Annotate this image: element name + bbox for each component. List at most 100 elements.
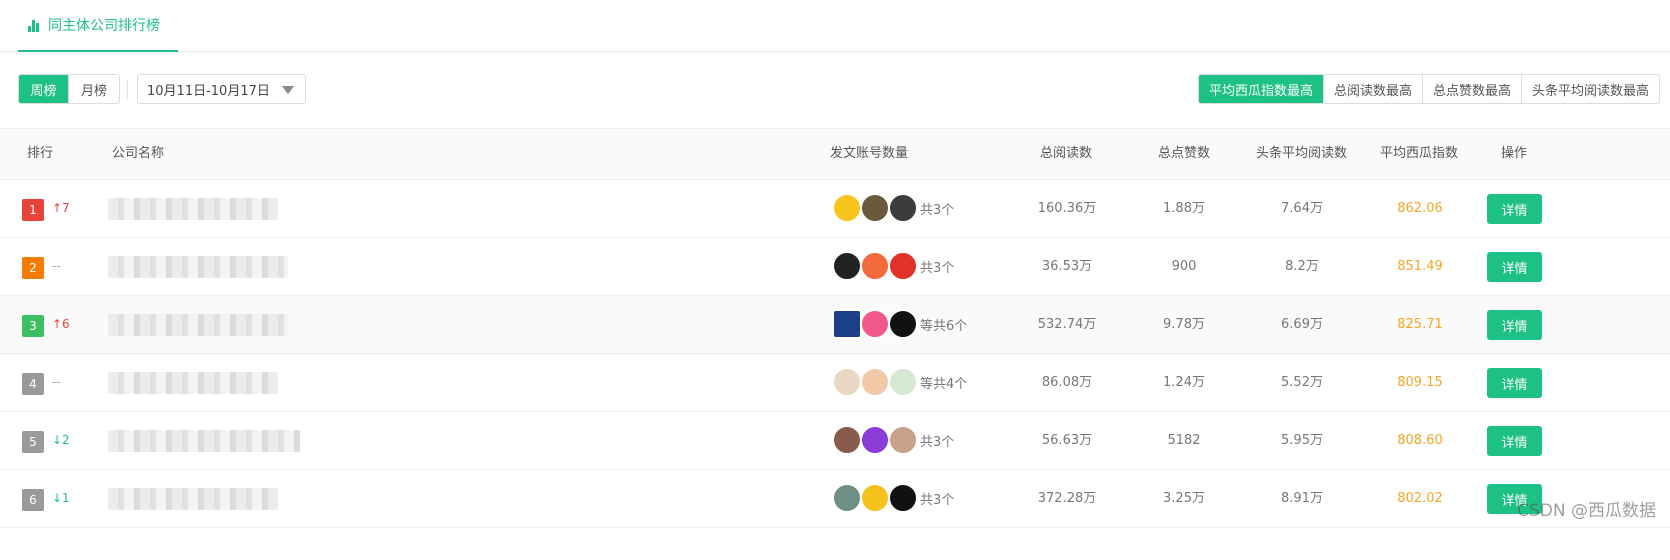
top-tab-bar: 同主体公司排行榜 [0, 0, 1670, 52]
total-likes: 5182 [1167, 433, 1201, 448]
account-avatar[interactable] [860, 193, 890, 223]
detail-button[interactable]: 详情 [1487, 194, 1542, 224]
account-avatars: 共3个 [832, 192, 954, 224]
total-likes: 1.24万 [1163, 375, 1205, 390]
head-avg-reads: 6.69万 [1281, 317, 1323, 332]
avg-index: 851.49 [1397, 259, 1443, 274]
rank-badge: 4 [22, 373, 44, 395]
sort-avg-index-button[interactable]: 平均西瓜指数最高 [1198, 75, 1324, 103]
account-count: 等共4个 [920, 376, 968, 392]
account-avatar[interactable] [860, 483, 890, 513]
account-avatar[interactable] [888, 483, 918, 513]
account-count: 共3个 [920, 434, 955, 450]
head-avg-reads: 8.91万 [1281, 491, 1323, 506]
monthly-button[interactable]: 月榜 [69, 75, 119, 103]
account-avatar[interactable] [832, 367, 862, 397]
account-avatar[interactable] [888, 367, 918, 397]
col-head-avg-reads: 头条平均阅读数 [1256, 146, 1348, 161]
account-avatar[interactable] [832, 251, 862, 281]
rank-badge: 6 [22, 489, 44, 511]
company-name-blurred [108, 256, 288, 278]
table-header: 排行 公司名称 发文账号数量 总阅读数 总点赞数 头条平均阅读数 平均西瓜指数 … [0, 128, 1670, 180]
period-toggle: 周榜 月榜 [18, 74, 120, 104]
total-likes: 1.88万 [1163, 201, 1205, 216]
avg-index: 809.15 [1397, 375, 1443, 390]
sort-toggle: 平均西瓜指数最高 总阅读数最高 总点赞数最高 头条平均阅读数最高 [1197, 74, 1660, 104]
sort-total-reads-button[interactable]: 总阅读数最高 [1323, 75, 1423, 103]
col-action: 操作 [1501, 146, 1528, 161]
col-rank: 排行 [27, 146, 54, 161]
account-avatar[interactable] [832, 309, 862, 339]
total-likes: 3.25万 [1163, 491, 1205, 506]
col-account-count: 发文账号数量 [830, 146, 909, 161]
table-row: 3 ↑6 等共6个 532.74万 9.78万 6.69万 825.71 详情 [0, 296, 1670, 354]
table-row: 4 -- 等共4个 86.08万 1.24万 5.52万 809.15 详情 [0, 354, 1670, 412]
col-total-likes: 总点赞数 [1158, 146, 1211, 161]
account-avatar[interactable] [888, 251, 918, 281]
total-reads: 532.74万 [1037, 317, 1097, 332]
total-reads: 56.63万 [1041, 433, 1093, 448]
date-range-value: 10月11日-10月17日 [147, 83, 270, 99]
avg-index: 862.06 [1397, 201, 1443, 216]
account-avatar[interactable] [832, 425, 862, 455]
account-avatar[interactable] [860, 251, 890, 281]
account-count: 等共6个 [920, 318, 968, 334]
detail-button[interactable]: 详情 [1487, 310, 1542, 340]
company-name-blurred [108, 198, 278, 220]
account-avatars: 共3个 [832, 482, 954, 514]
sort-head-avg-reads-button[interactable]: 头条平均阅读数最高 [1521, 75, 1659, 103]
rank-change: -- [52, 375, 61, 389]
total-likes: 900 [1171, 259, 1197, 274]
table-row: 6 ↓1 共3个 372.28万 3.25万 8.91万 802.02 详情 [0, 470, 1670, 528]
account-avatars: 共3个 [832, 250, 954, 282]
account-avatars: 共3个 [832, 424, 954, 456]
rank-change: ↑6 [52, 317, 70, 331]
total-reads: 36.53万 [1041, 259, 1093, 274]
rank-badge: 1 [22, 199, 44, 221]
account-avatar[interactable] [832, 483, 862, 513]
company-name-blurred [108, 488, 278, 510]
head-avg-reads: 7.64万 [1281, 201, 1323, 216]
avg-index: 802.02 [1397, 491, 1443, 506]
rank-change: ↑7 [52, 201, 70, 215]
account-avatar[interactable] [888, 309, 918, 339]
detail-button[interactable]: 详情 [1487, 368, 1542, 398]
total-reads: 160.36万 [1037, 201, 1097, 216]
head-avg-reads: 5.95万 [1281, 433, 1323, 448]
account-count: 共3个 [920, 260, 955, 276]
rank-change: ↓2 [52, 433, 70, 447]
rank-change: -- [52, 259, 61, 273]
head-avg-reads: 5.52万 [1281, 375, 1323, 390]
account-avatar[interactable] [832, 193, 862, 223]
divider [127, 80, 128, 100]
detail-button[interactable]: 详情 [1487, 426, 1542, 456]
account-avatar[interactable] [860, 309, 890, 339]
total-likes: 9.78万 [1163, 317, 1205, 332]
account-avatars: 等共6个 [832, 308, 967, 340]
watermark: CSDN @西瓜数据 [1517, 501, 1656, 521]
date-range-select[interactable]: 10月11日-10月17日 [137, 74, 306, 104]
rank-change: ↓1 [52, 491, 70, 505]
detail-button[interactable]: 详情 [1487, 252, 1542, 282]
table-row: 1 ↑7 共3个 160.36万 1.88万 7.64万 862.06 详情 [0, 180, 1670, 238]
col-company-name: 公司名称 [112, 146, 165, 161]
avg-index: 808.60 [1397, 433, 1443, 448]
avg-index: 825.71 [1397, 317, 1443, 332]
chevron-down-icon [282, 86, 294, 94]
account-avatar[interactable] [860, 367, 890, 397]
sort-total-likes-button[interactable]: 总点赞数最高 [1422, 75, 1522, 103]
weekly-button[interactable]: 周榜 [19, 75, 69, 103]
col-avg-index: 平均西瓜指数 [1380, 146, 1459, 161]
account-avatar[interactable] [860, 425, 890, 455]
rank-badge: 3 [22, 315, 44, 337]
total-reads: 86.08万 [1041, 375, 1093, 390]
head-avg-reads: 8.2万 [1285, 259, 1319, 274]
account-avatar[interactable] [888, 425, 918, 455]
tab-company-ranking[interactable]: 同主体公司排行榜 [18, 0, 178, 52]
table-row: 2 -- 共3个 36.53万 900 8.2万 851.49 详情 [0, 238, 1670, 296]
account-avatars: 等共4个 [832, 366, 967, 398]
account-avatar[interactable] [888, 193, 918, 223]
table-row: 5 ↓2 共3个 56.63万 5182 5.95万 808.60 详情 [0, 412, 1670, 470]
company-name-blurred [108, 372, 278, 394]
tab-label: 同主体公司排行榜 [48, 18, 160, 34]
